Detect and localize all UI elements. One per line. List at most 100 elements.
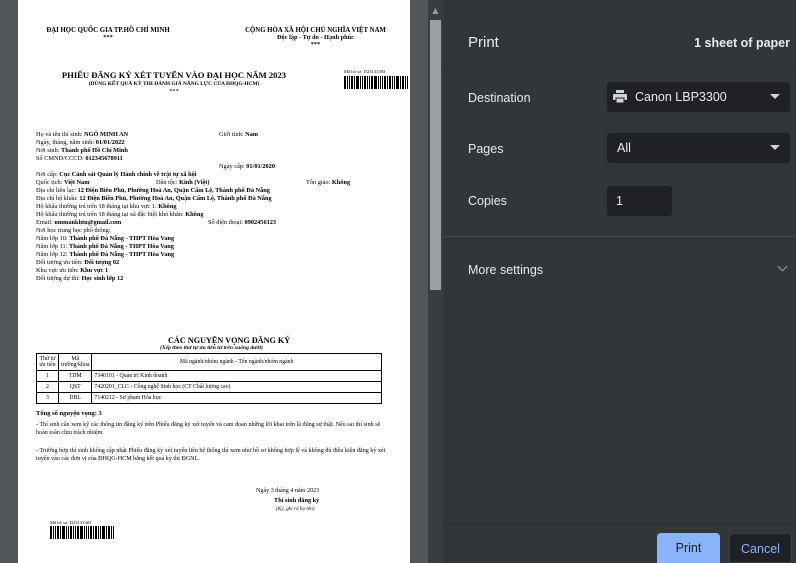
barcode-icon — [344, 76, 409, 89]
barcode-bar — [57, 526, 59, 539]
table-cell: 7140212 - Sư phạm Hóa học — [91, 392, 382, 404]
barcode-bar — [95, 526, 97, 539]
wishes-title: CÁC NGUYỆN VỌNG ĐĂNG KÝ — [168, 336, 291, 345]
barcode-bar — [380, 76, 381, 89]
barcode-bar — [378, 76, 379, 89]
pages-value: All — [617, 141, 631, 155]
document-subtitle: (DÙNG KẾT QUẢ KỲ THI ĐÁNH GIÁ NĂNG LỰC C… — [88, 81, 260, 87]
table-cell: DBL — [57, 392, 93, 404]
table-row: 3 DBL 7140212 - Sư phạm Hóa học — [36, 392, 382, 404]
sign-note: (Ký, ghi rõ họ tên) — [276, 506, 315, 512]
barcode-bar — [405, 76, 406, 89]
barcode-bar — [98, 526, 99, 539]
national-title: CỘNG HÒA XÃ HỘI CHỦ NGHĨA VIỆT NAM — [245, 27, 386, 34]
title-stars: *** — [169, 88, 179, 95]
barcode-bar — [106, 526, 107, 539]
barcode-bar — [360, 76, 361, 89]
barcode-bar — [66, 526, 67, 539]
barcode-bar — [351, 76, 353, 89]
barcode-bar — [68, 526, 69, 539]
barcode-bar — [394, 76, 395, 89]
barcode-bar — [60, 526, 61, 539]
barcode-bar — [364, 76, 366, 89]
chevron-down-icon — [770, 145, 780, 150]
sign-date: Ngày 3 tháng 4 năm 2023 — [256, 488, 320, 494]
header-left-stars: *** — [103, 34, 113, 41]
preview-scrollbar[interactable]: ▲ — [428, 0, 443, 563]
section-divider — [443, 236, 796, 237]
barcode-bar — [62, 526, 65, 539]
pages-label: Pages — [468, 142, 504, 156]
national-motto: Độc lập - Tự do - Hạnh phúc — [277, 34, 354, 41]
more-settings-toggle[interactable]: More settings — [468, 263, 543, 277]
barcode-bar — [102, 526, 105, 539]
barcode-bar — [100, 526, 101, 539]
cancel-button[interactable]: Cancel — [729, 533, 792, 563]
table-cell: 1 — [36, 370, 59, 382]
sheet-count: 1 sheet of paper — [694, 36, 790, 50]
applicant-name: NGÔ MINH AN — [84, 131, 129, 138]
header-divider — [443, 70, 796, 71]
note-1: - Thí sinh cần xem kỹ các thông tin đăng… — [36, 422, 381, 436]
table-cell: 3 — [36, 392, 59, 404]
barcode-bar — [392, 76, 393, 89]
barcode-bar — [77, 526, 79, 539]
print-button[interactable]: Print — [657, 533, 720, 563]
barcode-bar — [371, 76, 373, 89]
barcode-bar — [396, 76, 399, 89]
barcode-bar — [387, 76, 388, 89]
barcode-bar — [367, 76, 368, 89]
header-right-stars: *** — [310, 41, 321, 48]
barcode-bar — [86, 526, 87, 539]
barcode-bar — [374, 76, 377, 89]
table-header: Mã ngành/nhóm ngành - Tên ngành/nhóm ngà… — [91, 353, 382, 371]
barcode-bar — [108, 526, 110, 539]
total-wishes: Tổng số nguyện vọng: 3 — [36, 410, 102, 417]
university-name: ĐẠI HỌC QUỐC GIA TP.HỒ CHÍ MINH — [46, 27, 170, 34]
copies-value: 1 — [616, 194, 623, 208]
table-cell: 7340101 - Quản trị Kinh doanh — [91, 370, 382, 382]
barcode-bar — [382, 76, 383, 89]
barcode-bar — [90, 526, 92, 539]
table-cell: 2 — [36, 381, 59, 393]
copies-input[interactable]: 1 — [607, 186, 672, 216]
pages-select[interactable]: All — [607, 133, 790, 163]
table-header: Thứ tự ưu tiên — [36, 353, 59, 371]
barcode-bar — [384, 76, 386, 89]
destination-select[interactable]: Canon LBP3300 — [607, 82, 790, 112]
file-code-label: Mã hồ sơ: D23131303 — [344, 69, 386, 74]
print-preview: ĐẠI HỌC QUỐC GIA TP.HỒ CHÍ MINH *** CỘNG… — [0, 0, 428, 563]
table-cell: TDM — [57, 370, 93, 382]
barcode-bar — [88, 526, 89, 539]
preview-page: ĐẠI HỌC QUỐC GIA TP.HỒ CHÍ MINH *** CỘNG… — [18, 0, 410, 563]
barcode-bar — [349, 76, 350, 89]
barcode-bar — [73, 526, 74, 539]
barcode-bar — [344, 76, 346, 89]
barcode-bar — [402, 76, 404, 89]
table-cell: 7420201_CLC - Công nghệ Sinh học (CT Chấ… — [91, 381, 382, 393]
table-cell: QST — [57, 381, 93, 393]
scroll-thumb[interactable] — [430, 20, 441, 290]
print-settings-panel: Print 1 sheet of paper Destination Canon… — [443, 0, 796, 563]
copies-label: Copies — [468, 194, 507, 208]
file-code-label-bottom: Mã hồ sơ: D23131303 — [50, 520, 92, 525]
document-title: PHIẾU ĐĂNG KÝ XÉT TUYỂN VÀO ĐẠI HỌC NĂM … — [61, 70, 287, 80]
barcode-bar — [354, 76, 355, 89]
panel-title: Print — [468, 34, 499, 51]
barcode-bar — [70, 526, 72, 539]
printer-icon — [613, 90, 627, 103]
sign-title: Thí sinh đăng ký — [274, 497, 320, 504]
barcode-bar — [362, 76, 363, 89]
chevron-down-icon — [770, 94, 780, 99]
barcode-bar — [84, 526, 85, 539]
barcode-icon — [50, 526, 115, 539]
destination-label: Destination — [468, 91, 531, 105]
chevron-down-icon[interactable] — [777, 261, 788, 272]
barcode-bar — [111, 526, 112, 539]
barcode-bar — [113, 526, 114, 539]
scroll-up-arrow-icon[interactable]: ▲ — [428, 4, 443, 18]
destination-value: Canon LBP3300 — [635, 90, 727, 104]
barcode-bar — [50, 526, 52, 539]
barcode-bar — [356, 76, 359, 89]
barcode-bar — [407, 76, 408, 89]
